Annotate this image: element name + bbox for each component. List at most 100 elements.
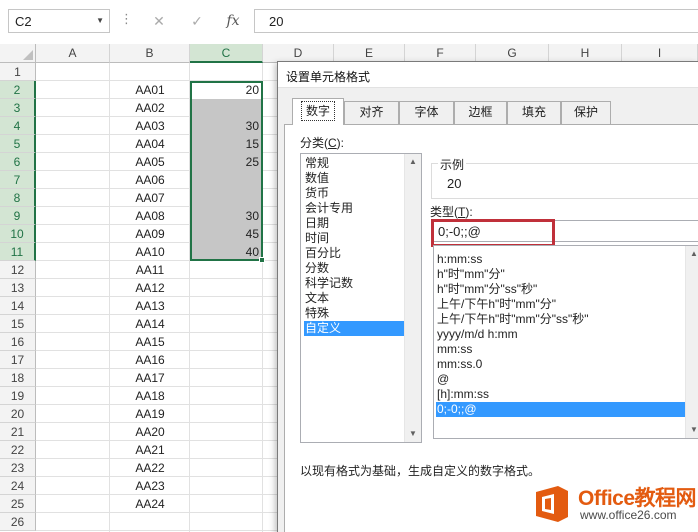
format-code-item[interactable]: h"时"mm"分"ss"秒" xyxy=(436,282,686,297)
cell-b25[interactable]: AA24 xyxy=(110,495,190,513)
row-header-8[interactable]: 8 xyxy=(0,189,36,207)
tab-number[interactable]: 数字 xyxy=(292,98,344,125)
cell-c18[interactable] xyxy=(190,369,263,387)
row-header-14[interactable]: 14 xyxy=(0,297,36,315)
cell-c15[interactable] xyxy=(190,315,263,333)
cell-c9[interactable]: 30 xyxy=(190,207,263,225)
cell-c22[interactable] xyxy=(190,441,263,459)
cell-c20[interactable] xyxy=(190,405,263,423)
format-code-item[interactable]: mm:ss.0 xyxy=(436,357,686,372)
cell-c7[interactable] xyxy=(190,171,263,189)
category-item[interactable]: 数值 xyxy=(304,171,404,186)
cell-c6[interactable]: 25 xyxy=(190,153,263,171)
row-header-19[interactable]: 19 xyxy=(0,387,36,405)
cell-b23[interactable]: AA22 xyxy=(110,459,190,477)
name-box[interactable]: C2 ▼ xyxy=(8,9,110,33)
row-header-25[interactable]: 25 xyxy=(0,495,36,513)
category-item[interactable]: 常规 xyxy=(304,156,404,171)
cell-b11[interactable]: AA10 xyxy=(110,243,190,261)
cell-b8[interactable]: AA07 xyxy=(110,189,190,207)
cell-b7[interactable]: AA06 xyxy=(110,171,190,189)
cell-c1[interactable] xyxy=(190,63,263,81)
cell-c3[interactable] xyxy=(190,99,263,117)
cell-b14[interactable]: AA13 xyxy=(110,297,190,315)
confirm-icon[interactable]: ✓ xyxy=(182,9,212,33)
row-header-11[interactable]: 11 xyxy=(0,243,36,261)
category-item[interactable]: 百分比 xyxy=(304,246,404,261)
cell-c4[interactable]: 30 xyxy=(190,117,263,135)
tab-alignment[interactable]: 对齐 xyxy=(344,101,399,124)
cell-b4[interactable]: AA03 xyxy=(110,117,190,135)
format-code-item[interactable]: h"时"mm"分" xyxy=(436,267,686,282)
tab-font[interactable]: 字体 xyxy=(399,101,454,124)
format-code-item[interactable]: 0;-0;;@ xyxy=(436,402,686,417)
cell-b16[interactable]: AA15 xyxy=(110,333,190,351)
row-header-15[interactable]: 15 xyxy=(0,315,36,333)
cell-b17[interactable]: AA16 xyxy=(110,351,190,369)
row-header-6[interactable]: 6 xyxy=(0,153,36,171)
row-header-3[interactable]: 3 xyxy=(0,99,36,117)
cell-c24[interactable] xyxy=(190,477,263,495)
category-item[interactable]: 自定义 xyxy=(304,321,404,336)
row-header-9[interactable]: 9 xyxy=(0,207,36,225)
cell-b10[interactable]: AA09 xyxy=(110,225,190,243)
scroll-up-icon[interactable]: ▲ xyxy=(405,154,421,170)
cell-c2[interactable]: 20 xyxy=(190,81,263,99)
category-item[interactable]: 货币 xyxy=(304,186,404,201)
cell-b22[interactable]: AA21 xyxy=(110,441,190,459)
select-all-button[interactable] xyxy=(0,44,36,63)
formula-input[interactable]: 20 xyxy=(254,9,698,33)
cell-b15[interactable]: AA14 xyxy=(110,315,190,333)
cell-b24[interactable]: AA23 xyxy=(110,477,190,495)
format-code-item[interactable]: @ xyxy=(436,372,686,387)
row-header-20[interactable]: 20 xyxy=(0,405,36,423)
category-item[interactable]: 特殊 xyxy=(304,306,404,321)
more-options-icon[interactable]: ⋮ xyxy=(120,11,133,27)
cell-b20[interactable]: AA19 xyxy=(110,405,190,423)
insert-function-button[interactable]: fx xyxy=(218,9,248,33)
tab-protection[interactable]: 保护 xyxy=(561,101,611,124)
cell-b3[interactable]: AA02 xyxy=(110,99,190,117)
row-header-21[interactable]: 21 xyxy=(0,423,36,441)
row-header-23[interactable]: 23 xyxy=(0,459,36,477)
cell-b19[interactable]: AA18 xyxy=(110,387,190,405)
cell-c25[interactable] xyxy=(190,495,263,513)
cell-c23[interactable] xyxy=(190,459,263,477)
cell-c5[interactable]: 15 xyxy=(190,135,263,153)
cell-c21[interactable] xyxy=(190,423,263,441)
chevron-down-icon[interactable]: ▼ xyxy=(96,16,104,25)
row-header-24[interactable]: 24 xyxy=(0,477,36,495)
format-code-item[interactable]: 上午/下午h"时"mm"分"ss"秒" xyxy=(436,312,686,327)
cell-b6[interactable]: AA05 xyxy=(110,153,190,171)
row-header-5[interactable]: 5 xyxy=(0,135,36,153)
cell-b1[interactable] xyxy=(110,63,190,81)
row-header-4[interactable]: 4 xyxy=(0,117,36,135)
row-header-18[interactable]: 18 xyxy=(0,369,36,387)
row-header-13[interactable]: 13 xyxy=(0,279,36,297)
cell-b5[interactable]: AA04 xyxy=(110,135,190,153)
category-item[interactable]: 时间 xyxy=(304,231,404,246)
cell-c8[interactable] xyxy=(190,189,263,207)
category-item[interactable]: 日期 xyxy=(304,216,404,231)
row-header-1[interactable]: 1 xyxy=(0,63,36,81)
cell-b12[interactable]: AA11 xyxy=(110,261,190,279)
cell-c12[interactable] xyxy=(190,261,263,279)
column-header-b[interactable]: B xyxy=(110,44,190,63)
column-header-a[interactable]: A xyxy=(36,44,110,63)
cell-c17[interactable] xyxy=(190,351,263,369)
column-header-c[interactable]: C xyxy=(190,44,263,63)
row-header-10[interactable]: 10 xyxy=(0,225,36,243)
row-header-2[interactable]: 2 xyxy=(0,81,36,99)
category-item[interactable]: 会计专用 xyxy=(304,201,404,216)
row-header-26[interactable]: 26 xyxy=(0,513,36,531)
scroll-up-icon[interactable]: ▲ xyxy=(686,246,698,262)
scroll-down-icon[interactable]: ▼ xyxy=(405,426,421,442)
tab-border[interactable]: 边框 xyxy=(454,101,507,124)
format-code-item[interactable]: h:mm:ss xyxy=(436,252,686,267)
row-header-12[interactable]: 12 xyxy=(0,261,36,279)
row-header-17[interactable]: 17 xyxy=(0,351,36,369)
format-code-item[interactable]: [h]:mm:ss xyxy=(436,387,686,402)
cell-c14[interactable] xyxy=(190,297,263,315)
scroll-down-icon[interactable]: ▼ xyxy=(686,422,698,438)
cell-c19[interactable] xyxy=(190,387,263,405)
